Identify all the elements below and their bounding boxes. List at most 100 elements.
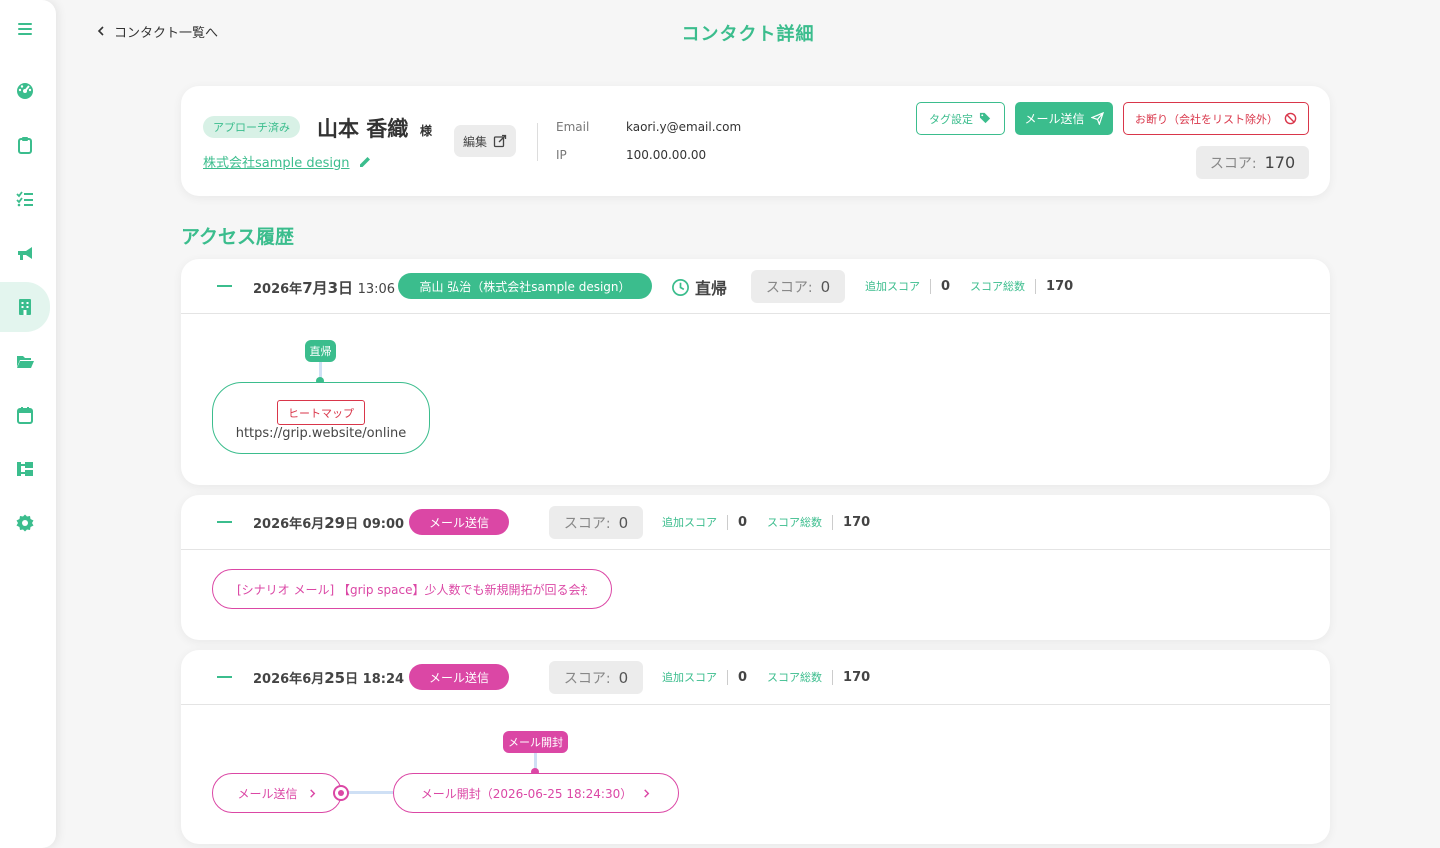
sidebar <box>0 0 56 848</box>
added-score-label: 追加スコア <box>662 671 717 684</box>
score-value: 170 <box>1264 153 1296 172</box>
entry-score-label: スコア: <box>765 279 813 296</box>
date-suffix: 日 <box>345 672 359 687</box>
bounce-label: 直帰 <box>695 279 728 298</box>
total-score-value: 170 <box>843 514 871 530</box>
date-day: 25 <box>324 669 346 687</box>
chevron-right-icon <box>644 788 650 798</box>
total-score-label: スコア総数 <box>970 280 1026 293</box>
history-entry: 2026年6月25日 18:24 メール送信 スコア: 0 追加スコア 0 スコ… <box>181 650 1330 844</box>
send-mail-button[interactable]: メール送信 <box>1015 102 1113 135</box>
sitemap-icon[interactable] <box>0 444 50 494</box>
ip-value: 100.00.00.00 <box>626 148 707 162</box>
entry-score-value: 0 <box>618 668 629 687</box>
external-edit-icon <box>493 134 507 148</box>
history-date: 2026年6月29日 09:00 <box>253 513 404 532</box>
separator <box>930 278 931 294</box>
entry-score: スコア: 0 <box>549 506 643 539</box>
separator <box>727 514 728 530</box>
mail-send-badge: メール送信 <box>409 664 509 690</box>
contact-name: 山本 香織 <box>317 117 409 141</box>
divider <box>537 123 538 161</box>
mail-send-node-label: メール送信 <box>237 786 298 801</box>
megaphone-icon[interactable] <box>0 228 50 278</box>
email-label: Email <box>556 120 590 134</box>
history-entry: 2026年6月29日 09:00 メール送信 スコア: 0 追加スコア 0 スコ… <box>181 495 1330 640</box>
company-link[interactable]: 株式会社sample design <box>203 152 372 171</box>
collapse-icon[interactable] <box>217 521 232 523</box>
clipboard-icon[interactable] <box>0 120 50 170</box>
separator <box>832 514 834 530</box>
history-entry-header: 2026年6月29日 09:00 メール送信 スコア: 0 追加スコア 0 スコ… <box>181 495 1330 550</box>
total-score-value: 170 <box>843 669 871 685</box>
added-score-value: 0 <box>941 278 951 294</box>
building-icon[interactable] <box>0 282 50 332</box>
paper-plane-icon <box>1090 112 1104 125</box>
score-label: スコア: <box>1209 155 1257 172</box>
tag-settings-button[interactable]: タグ設定 <box>916 102 1005 135</box>
total-score-label: スコア総数 <box>767 516 823 529</box>
entry-stats: 追加スコア 0 スコア総数 170 <box>662 514 870 530</box>
mail-subject: [シナリオ メール] 【grip space】少人数でも新規開拓が回る会社 <box>237 582 587 597</box>
page-visit-node[interactable]: ヒートマップ https://grip.website/online <box>212 382 430 454</box>
entry-score: スコア: 0 <box>751 270 845 303</box>
mail-open-node[interactable]: メール開封（2026-06-25 18:24:30） <box>393 773 679 813</box>
company-name: 株式会社sample design <box>203 156 350 171</box>
collapse-icon[interactable] <box>217 285 232 287</box>
history-date: 2026年6月25日 18:24 <box>253 668 404 687</box>
entry-stats: 追加スコア 0 スコア総数 170 <box>662 669 870 685</box>
checklist-icon[interactable] <box>0 174 50 224</box>
date-year: 2026年 <box>253 517 303 532</box>
tags-icon <box>979 112 991 124</box>
decline-label: お断り（会社をリスト除外） <box>1135 112 1278 126</box>
edit-label: 編集 <box>462 134 487 149</box>
ip-label: IP <box>556 148 567 162</box>
entry-score-label: スコア: <box>563 670 611 687</box>
contact-honorific: 様 <box>420 124 433 138</box>
total-score-value: 170 <box>1046 278 1074 294</box>
gear-icon[interactable] <box>0 498 50 548</box>
mail-open-node-label: メール開封（2026-06-25 18:24:30） <box>420 786 633 801</box>
total-score-label: スコア総数 <box>767 671 823 684</box>
ban-icon <box>1284 112 1297 125</box>
flow-connector <box>343 791 393 794</box>
chevron-right-icon <box>309 788 315 798</box>
contact-card: アプローチ済み 山本 香織 様 株式会社sample design 編集 Ema… <box>181 86 1330 196</box>
menu-icon[interactable] <box>0 4 50 54</box>
entry-score-value: 0 <box>618 513 629 532</box>
date-month: 6月 <box>302 672 325 687</box>
tag-settings-label: タグ設定 <box>929 112 973 126</box>
history-entry-header: 2026年6月25日 18:24 メール送信 スコア: 0 追加スコア 0 スコ… <box>181 650 1330 705</box>
heatmap-button[interactable]: ヒートマップ <box>277 400 365 425</box>
flow-node-dot <box>333 785 349 801</box>
page-url: https://grip.website/online <box>235 426 407 441</box>
folder-open-icon[interactable] <box>0 336 50 386</box>
date-day: 29 <box>324 514 346 532</box>
edit-button[interactable]: 編集 <box>454 125 516 157</box>
dashboard-gauge-icon[interactable] <box>0 66 50 116</box>
date-time: 18:24 <box>362 672 405 687</box>
pencil-icon[interactable] <box>358 155 372 169</box>
send-mail-label: メール送信 <box>1024 112 1085 126</box>
page-title: コンタクト詳細 <box>681 24 815 45</box>
separator <box>1035 278 1037 294</box>
contact-score: スコア: 170 <box>1196 146 1309 179</box>
decline-exclude-button[interactable]: お断り（会社をリスト除外） <box>1123 102 1309 135</box>
scenario-mail-node[interactable]: [シナリオ メール] 【grip space】少人数でも新規開拓が回る会社 <box>212 569 612 609</box>
history-entry: 2026年7月3日 13:06 高山 弘治（株式会社sample design）… <box>181 259 1330 485</box>
access-history-title: アクセス履歴 <box>181 226 295 248</box>
bounce-status: 直帰 <box>671 275 727 299</box>
added-score-label: 追加スコア <box>662 516 717 529</box>
added-score-value: 0 <box>738 514 748 530</box>
collapse-icon[interactable] <box>217 676 232 678</box>
date-suffix: 日 <box>345 517 359 532</box>
entry-stats: 追加スコア 0 スコア総数 170 <box>865 278 1073 294</box>
entry-score-label: スコア: <box>563 515 611 532</box>
added-score-value: 0 <box>738 669 748 685</box>
history-date: 2026年7月3日 13:06 <box>253 277 395 298</box>
calendar-icon[interactable] <box>0 390 50 440</box>
mail-send-node[interactable]: メール送信 <box>212 773 342 813</box>
date-year: 2026年 <box>253 672 303 687</box>
history-entry-header: 2026年7月3日 13:06 高山 弘治（株式会社sample design）… <box>181 259 1330 314</box>
entry-score: スコア: 0 <box>549 661 643 694</box>
